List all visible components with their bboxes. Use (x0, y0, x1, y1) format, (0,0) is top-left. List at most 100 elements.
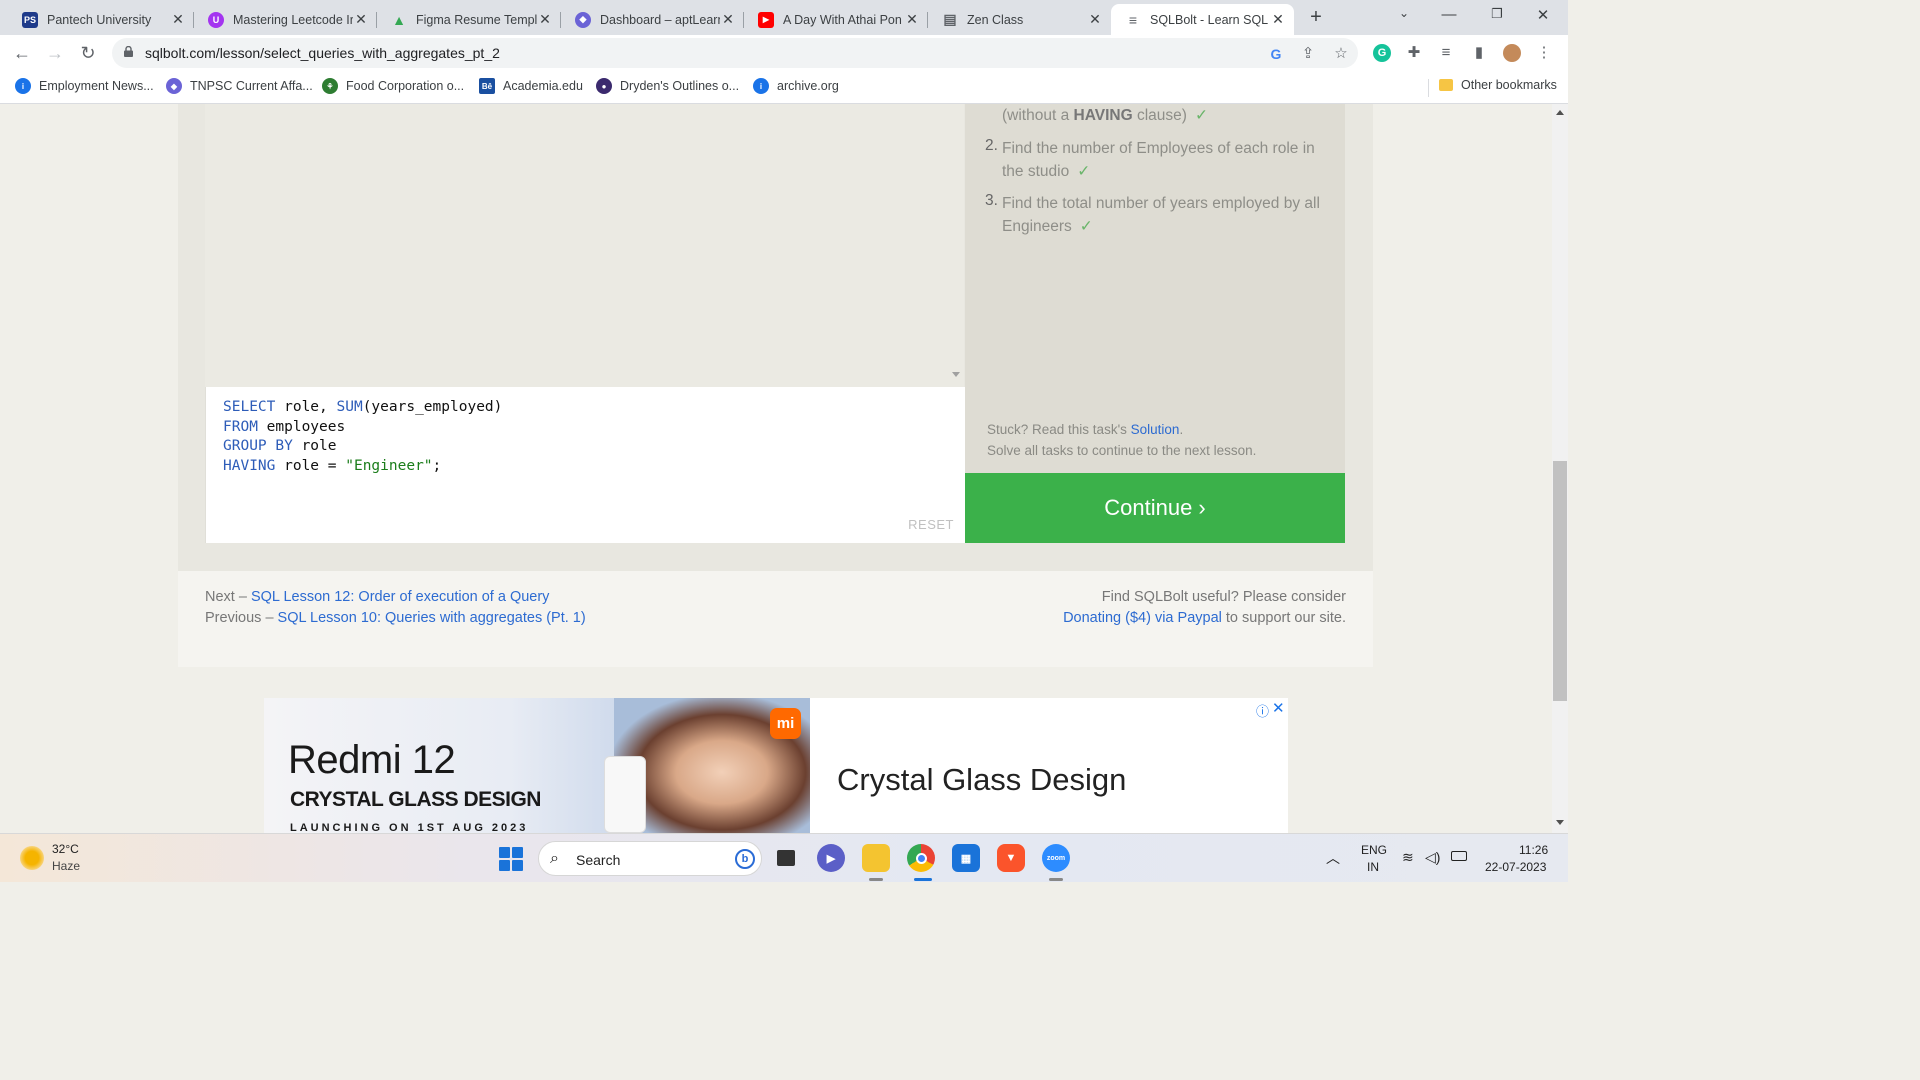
sql-string: "Engineer" (345, 457, 433, 474)
bookmark-employment-news[interactable]: i Employment News... (15, 78, 154, 94)
bookmarks-divider (1428, 79, 1429, 97)
bookmark-tnpsc[interactable]: ◆ TNPSC Current Affa... (166, 78, 313, 94)
share-icon[interactable]: ⇪ (1299, 45, 1317, 63)
lesson-navigation-footer: Next – SQL Lesson 12: Order of execution… (178, 571, 1373, 667)
bookmark-star-icon[interactable]: ☆ (1332, 45, 1350, 63)
google-drive-favicon-icon: ▲ (392, 11, 406, 28)
task-text: (without a (1002, 107, 1074, 124)
tab-figma-resume[interactable]: ▲ Figma Resume Templ ✕ (377, 4, 561, 35)
ad-creative[interactable]: Redmi 12 CRYSTAL GLASS DESIGN LAUNCHING … (264, 698, 810, 833)
file-explorer-icon[interactable] (862, 844, 890, 872)
brave-browser-icon[interactable]: ▼ (997, 844, 1025, 872)
weather-condition[interactable]: Haze (52, 859, 80, 873)
tab-close-icon[interactable]: ✕ (1270, 11, 1286, 28)
task-complete-check-icon: ✓ (1077, 163, 1091, 180)
more-menu-icon[interactable]: ⋮ (1535, 44, 1553, 62)
other-bookmarks-folder[interactable]: Other bookmarks (1439, 78, 1557, 92)
tab-aptlearn[interactable]: ◆ Dashboard – aptLearn ✕ (561, 4, 744, 35)
task-text: clause) (1132, 107, 1187, 124)
sql-editor[interactable]: SELECT role, SUM(years_employed) FROM emp… (205, 387, 965, 543)
sqlbolt-favicon-icon: ≡ (1128, 11, 1138, 28)
ad-product-name: Redmi 12 (288, 738, 456, 782)
reload-icon[interactable]: ↻ (77, 42, 99, 64)
battery-icon[interactable] (1451, 850, 1467, 864)
scroll-down-arrow-icon[interactable] (952, 372, 960, 377)
show-hidden-icons-chevron-up-icon[interactable]: ︿ (1326, 848, 1340, 868)
reset-button[interactable]: RESET (908, 517, 954, 532)
back-arrow-icon[interactable]: ← (11, 42, 33, 64)
reading-list-icon[interactable]: ≡ (1437, 44, 1455, 62)
solution-link[interactable]: Solution (1131, 422, 1180, 437)
chrome-icon[interactable] (907, 844, 935, 872)
tab-close-icon[interactable]: ✕ (1087, 11, 1103, 28)
task-1-tail: (without a HAVING clause) ✓ (1002, 104, 1208, 127)
bookmark-archive-org[interactable]: i archive.org (753, 78, 839, 94)
previous-lesson-link[interactable]: SQL Lesson 10: Queries with aggregates (… (278, 610, 586, 626)
close-window-button[interactable]: ✕ (1531, 6, 1555, 24)
ad-headline[interactable]: Crystal Glass Design (837, 762, 1126, 798)
wifi-icon[interactable]: ≋ (1402, 849, 1414, 866)
restore-window-button[interactable]: ❐ (1485, 6, 1509, 22)
extensions-puzzle-icon[interactable]: ✚ (1405, 44, 1423, 62)
grammarly-icon[interactable]: G (1373, 44, 1391, 62)
tab-youtube[interactable]: ▶ A Day With Athai Pon ✕ (744, 4, 928, 35)
input-region[interactable]: IN (1367, 860, 1379, 874)
continue-button[interactable]: Continue › (965, 473, 1345, 543)
clock-time[interactable]: 11:26 (1519, 843, 1548, 857)
bookmark-academia[interactable]: Bê Academia.edu (479, 78, 583, 94)
weather-temperature[interactable]: 32°C (52, 842, 79, 856)
sql-code-line[interactable]: GROUP BY role (223, 437, 502, 457)
sql-code[interactable]: SELECT role, SUM(years_employed) FROM emp… (223, 398, 502, 476)
ad-info-icon[interactable]: ⓘ (1256, 701, 1269, 720)
tab-close-icon[interactable]: ✕ (170, 11, 186, 28)
sql-code-line[interactable]: HAVING role = "Engineer"; (223, 457, 502, 477)
stuck-text: Stuck? Read this task's (987, 422, 1131, 437)
previous-lesson-line: Previous – SQL Lesson 10: Queries with a… (205, 610, 586, 626)
microsoft-store-icon[interactable]: ▦ (952, 844, 980, 872)
ad-close-icon[interactable]: ✕ (1272, 699, 1285, 717)
page-scrollbar[interactable] (1552, 104, 1568, 833)
pantech-favicon-icon: PS (22, 11, 38, 28)
task-view-icon[interactable] (772, 844, 800, 872)
forward-arrow-icon[interactable]: → (44, 42, 66, 64)
google-lens-icon[interactable]: G (1267, 45, 1285, 63)
new-tab-button[interactable]: + (1304, 7, 1328, 29)
bookmark-food-corporation[interactable]: ⚘ Food Corporation o... (322, 78, 464, 94)
tab-zen-class[interactable]: ▤ Zen Class ✕ (928, 4, 1111, 35)
redmi-advertisement[interactable]: Redmi 12 CRYSTAL GLASS DESIGN LAUNCHING … (264, 698, 1288, 833)
tab-close-icon[interactable]: ✕ (537, 11, 553, 28)
donate-paypal-link[interactable]: Donating ($4) via Paypal (1063, 610, 1222, 626)
tab-sqlbolt[interactable]: ≡ SQLBolt - Learn SQL - ✕ (1111, 4, 1294, 35)
address-bar[interactable]: sqlbolt.com/lesson/select_queries_with_a… (112, 38, 1358, 68)
bookmark-drydens-outlines[interactable]: ● Dryden's Outlines o... (596, 78, 739, 94)
tab-close-icon[interactable]: ✕ (353, 11, 369, 28)
tab-title: A Day With Athai Pon (783, 12, 902, 27)
input-language[interactable]: ENG (1361, 843, 1387, 857)
volume-icon[interactable]: ◁) (1425, 849, 1440, 866)
tab-pantech[interactable]: PS Pantech University ✕ (8, 4, 194, 35)
clock-date[interactable]: 22-07-2023 (1485, 860, 1546, 874)
tab-close-icon[interactable]: ✕ (904, 11, 920, 28)
results-scrollbar[interactable] (948, 104, 964, 387)
task-2-line-2: the studio ✓ (1002, 160, 1090, 183)
side-panel-icon[interactable]: ▮ (1470, 44, 1488, 62)
scroll-up-arrow-icon[interactable] (1556, 110, 1564, 115)
tab-leetcode[interactable]: U Mastering Leetcode Ir ✕ (194, 4, 377, 35)
sql-code-line[interactable]: SELECT role, SUM(years_employed) (223, 398, 502, 418)
teams-chat-icon[interactable]: ▶ (817, 844, 845, 872)
sql-code-line[interactable]: FROM employees (223, 418, 502, 438)
bing-icon[interactable]: b (735, 849, 755, 869)
taskbar-search-box[interactable]: ⌕ Search b (538, 841, 762, 876)
tab-search-chevron-down-icon[interactable]: ⌄ (1392, 6, 1416, 20)
zoom-icon[interactable]: zoom (1042, 844, 1070, 872)
lock-icon[interactable] (124, 46, 133, 57)
bookmark-label: TNPSC Current Affa... (190, 79, 313, 93)
next-lesson-link[interactable]: SQL Lesson 12: Order of execution of a Q… (251, 589, 550, 605)
weather-haze-icon[interactable] (20, 846, 44, 870)
windows-start-icon[interactable] (499, 847, 523, 871)
minimize-window-button[interactable]: — (1437, 6, 1461, 23)
tab-close-icon[interactable]: ✕ (720, 11, 736, 28)
scrollbar-thumb[interactable] (1553, 461, 1567, 701)
scroll-down-arrow-icon[interactable] (1556, 820, 1564, 825)
profile-avatar[interactable] (1503, 44, 1521, 62)
